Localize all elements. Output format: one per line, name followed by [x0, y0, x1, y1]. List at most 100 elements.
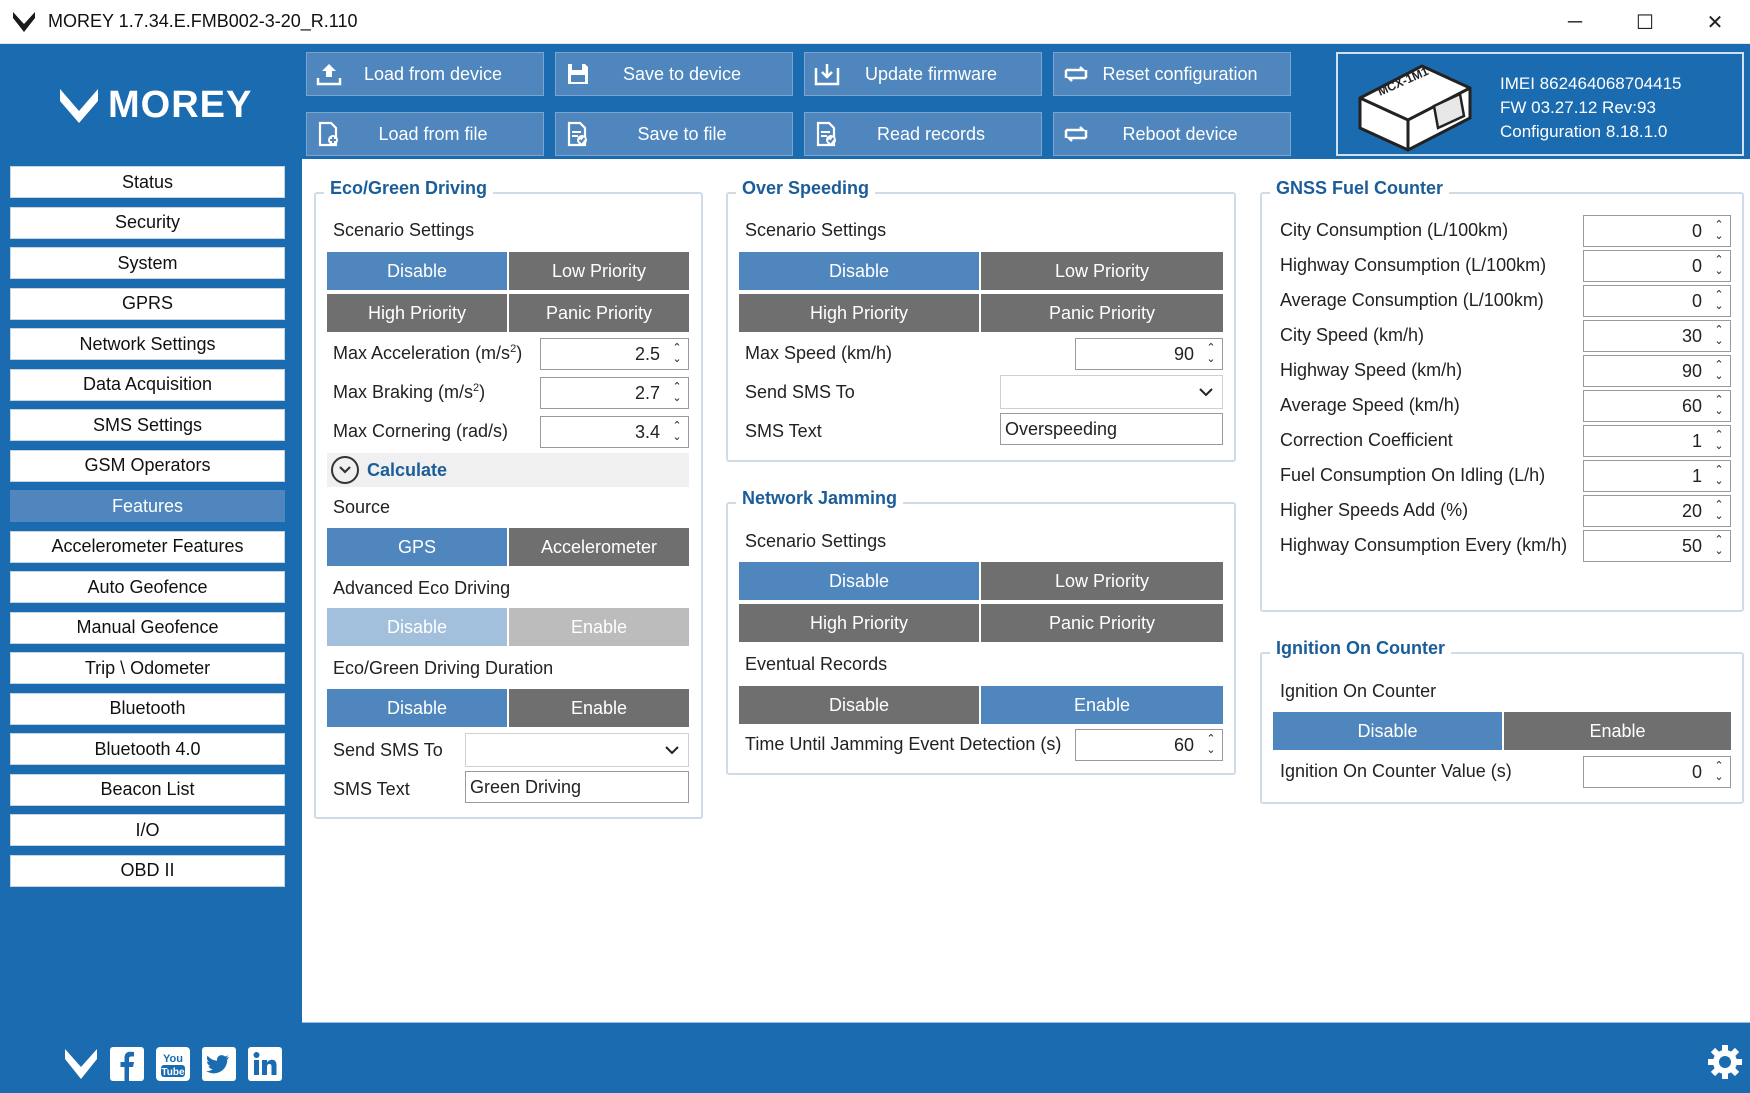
gnss-row-input[interactable]: 0 ⌃ ⌄: [1583, 250, 1731, 282]
overspeed-scenario-disable[interactable]: Disable: [739, 252, 979, 290]
facebook-icon[interactable]: [108, 1045, 146, 1083]
morey-logo-icon[interactable]: [62, 1045, 100, 1083]
spinner-arrows-icon[interactable]: ⌃ ⌄: [1708, 426, 1730, 456]
spinner-arrows-icon[interactable]: ⌃ ⌄: [666, 339, 688, 369]
overspeed-sms-text-input[interactable]: Overspeeding: [1000, 413, 1223, 445]
spinner-arrows-icon[interactable]: ⌃ ⌄: [1200, 339, 1222, 369]
max-cornering-input[interactable]: 3.4 ⌃ ⌄: [540, 416, 689, 448]
sidebar-item-obd-ii[interactable]: OBD II: [10, 854, 285, 887]
sidebar-item-gsm-operators[interactable]: GSM Operators: [10, 449, 285, 482]
spinner-arrows-icon[interactable]: ⌃ ⌄: [1708, 757, 1730, 787]
eco-scenario-disable[interactable]: Disable: [327, 252, 507, 290]
reset-configuration-button[interactable]: Reset configuration: [1053, 52, 1291, 96]
advanced-eco-disable[interactable]: Disable: [327, 608, 507, 646]
gnss-row-input[interactable]: 20 ⌃ ⌄: [1583, 495, 1731, 527]
max-acceleration-input[interactable]: 2.5 ⌃ ⌄: [540, 338, 689, 370]
update-firmware-label: Update firmware: [864, 63, 998, 84]
max-braking-input[interactable]: 2.7 ⌃ ⌄: [540, 377, 689, 409]
source-label: Source: [333, 497, 391, 517]
jamming-scenario-disable[interactable]: Disable: [739, 562, 979, 600]
sidebar-item-auto-geofence[interactable]: Auto Geofence: [10, 571, 285, 603]
horizontal-scrollbar[interactable]: [302, 1022, 1750, 1034]
load-from-file-button[interactable]: Load from file: [306, 112, 544, 156]
gnss-row-input[interactable]: 1 ⌃ ⌄: [1583, 425, 1731, 457]
ignition-enable[interactable]: Enable: [1504, 712, 1731, 750]
spinner-arrows-icon[interactable]: ⌃ ⌄: [1708, 286, 1730, 316]
gnss-row-input[interactable]: 0 ⌃ ⌄: [1583, 215, 1731, 247]
spinner-arrows-icon[interactable]: ⌃ ⌄: [1708, 251, 1730, 281]
eventual-records-disable[interactable]: Disable: [739, 686, 979, 724]
jamming-scenario-low[interactable]: Low Priority: [981, 562, 1223, 600]
spinner-arrows-icon[interactable]: ⌃ ⌄: [666, 378, 688, 408]
jamming-scenario-high[interactable]: High Priority: [739, 604, 979, 642]
overspeed-scenario-panic[interactable]: Panic Priority: [981, 294, 1223, 332]
sidebar-item-sms-settings[interactable]: SMS Settings: [10, 409, 285, 441]
eco-scenario-low[interactable]: Low Priority: [509, 252, 689, 290]
save-to-file-button[interactable]: Save to file: [555, 112, 793, 156]
eco-duration-enable[interactable]: Enable: [509, 689, 689, 727]
sidebar-item-status[interactable]: Status: [10, 166, 285, 198]
maximize-button[interactable]: ☐: [1610, 0, 1680, 44]
close-button[interactable]: ✕: [1680, 0, 1750, 44]
gnss-row-input[interactable]: 90 ⌃ ⌄: [1583, 355, 1731, 387]
reboot-device-button[interactable]: Reboot device: [1053, 112, 1291, 156]
sidebar-item-data-acquisition[interactable]: Data Acquisition: [10, 368, 285, 401]
twitter-icon[interactable]: [200, 1045, 238, 1083]
eco-duration-disable[interactable]: Disable: [327, 689, 507, 727]
eco-send-sms-select[interactable]: [465, 733, 689, 767]
eco-sms-text-input[interactable]: Green Driving: [465, 771, 689, 803]
youtube-icon[interactable]: You Tube: [154, 1045, 192, 1083]
sidebar-item-bluetooth-4-0[interactable]: Bluetooth 4.0: [10, 733, 285, 765]
minimize-button[interactable]: ─: [1540, 0, 1610, 44]
sidebar-item-bluetooth[interactable]: Bluetooth: [10, 692, 285, 725]
save-to-device-button[interactable]: Save to device: [555, 52, 793, 96]
overspeed-scenario-high[interactable]: High Priority: [739, 294, 979, 332]
overspeed-send-sms-select[interactable]: [1000, 375, 1223, 409]
chevron-down-icon: [1199, 388, 1213, 397]
spinner-arrows-icon[interactable]: ⌃ ⌄: [1708, 356, 1730, 386]
gnss-row-input[interactable]: 50 ⌃ ⌄: [1583, 530, 1731, 562]
gnss-row-input[interactable]: 30 ⌃ ⌄: [1583, 320, 1731, 352]
ignition-disable[interactable]: Disable: [1273, 712, 1502, 750]
load-from-device-button[interactable]: Load from device: [306, 52, 544, 96]
footer-bar: [302, 1034, 1750, 1093]
eco-scenario-high[interactable]: High Priority: [327, 294, 507, 332]
read-records-button[interactable]: Read records: [804, 112, 1042, 156]
gnss-row-input[interactable]: 60 ⌃ ⌄: [1583, 390, 1731, 422]
source-accelerometer[interactable]: Accelerometer: [509, 528, 689, 566]
sidebar-item-accelerometer-features[interactable]: Accelerometer Features: [10, 530, 285, 563]
gnss-row-label: Correction Coefficient: [1280, 430, 1453, 450]
eco-scenario-panic[interactable]: Panic Priority: [509, 294, 689, 332]
sidebar-item-gprs[interactable]: GPRS: [10, 287, 285, 320]
linkedin-icon[interactable]: [246, 1045, 284, 1083]
spinner-arrows-icon[interactable]: ⌃ ⌄: [1708, 531, 1730, 561]
spinner-arrows-icon[interactable]: ⌃ ⌄: [1708, 496, 1730, 526]
spinner-arrows-icon[interactable]: ⌃ ⌄: [1200, 730, 1222, 760]
sidebar-item-i-o[interactable]: I/O: [10, 814, 285, 846]
sidebar-item-network-settings[interactable]: Network Settings: [10, 328, 285, 360]
calculate-expander[interactable]: Calculate: [327, 453, 689, 487]
overspeed-scenario-low[interactable]: Low Priority: [981, 252, 1223, 290]
jamming-time-input[interactable]: 60 ⌃ ⌄: [1075, 729, 1223, 761]
max-speed-input[interactable]: 90 ⌃ ⌄: [1075, 338, 1223, 370]
gear-icon[interactable]: [1706, 1043, 1744, 1081]
eventual-records-enable[interactable]: Enable: [981, 686, 1223, 724]
ignition-value-input[interactable]: 0 ⌃ ⌄: [1583, 756, 1731, 788]
sidebar-item-manual-geofence[interactable]: Manual Geofence: [10, 611, 285, 644]
sidebar-item-trip-odometer[interactable]: Trip \ Odometer: [10, 652, 285, 684]
spinner-arrows-icon[interactable]: ⌃ ⌄: [666, 417, 688, 447]
advanced-eco-enable[interactable]: Enable: [509, 608, 689, 646]
sidebar-item-beacon-list[interactable]: Beacon List: [10, 773, 285, 806]
spinner-arrows-icon[interactable]: ⌃ ⌄: [1708, 461, 1730, 491]
sidebar-item-features[interactable]: Features: [10, 490, 285, 522]
spinner-arrows-icon[interactable]: ⌃ ⌄: [1708, 216, 1730, 246]
spinner-arrows-icon[interactable]: ⌃ ⌄: [1708, 391, 1730, 421]
gnss-row-input[interactable]: 0 ⌃ ⌄: [1583, 285, 1731, 317]
update-firmware-button[interactable]: Update firmware: [804, 52, 1042, 96]
jamming-scenario-panic[interactable]: Panic Priority: [981, 604, 1223, 642]
source-gps[interactable]: GPS: [327, 528, 507, 566]
sidebar-item-security[interactable]: Security: [10, 206, 285, 239]
spinner-arrows-icon[interactable]: ⌃ ⌄: [1708, 321, 1730, 351]
gnss-row-input[interactable]: 1 ⌃ ⌄: [1583, 460, 1731, 492]
sidebar-item-system[interactable]: System: [10, 247, 285, 279]
